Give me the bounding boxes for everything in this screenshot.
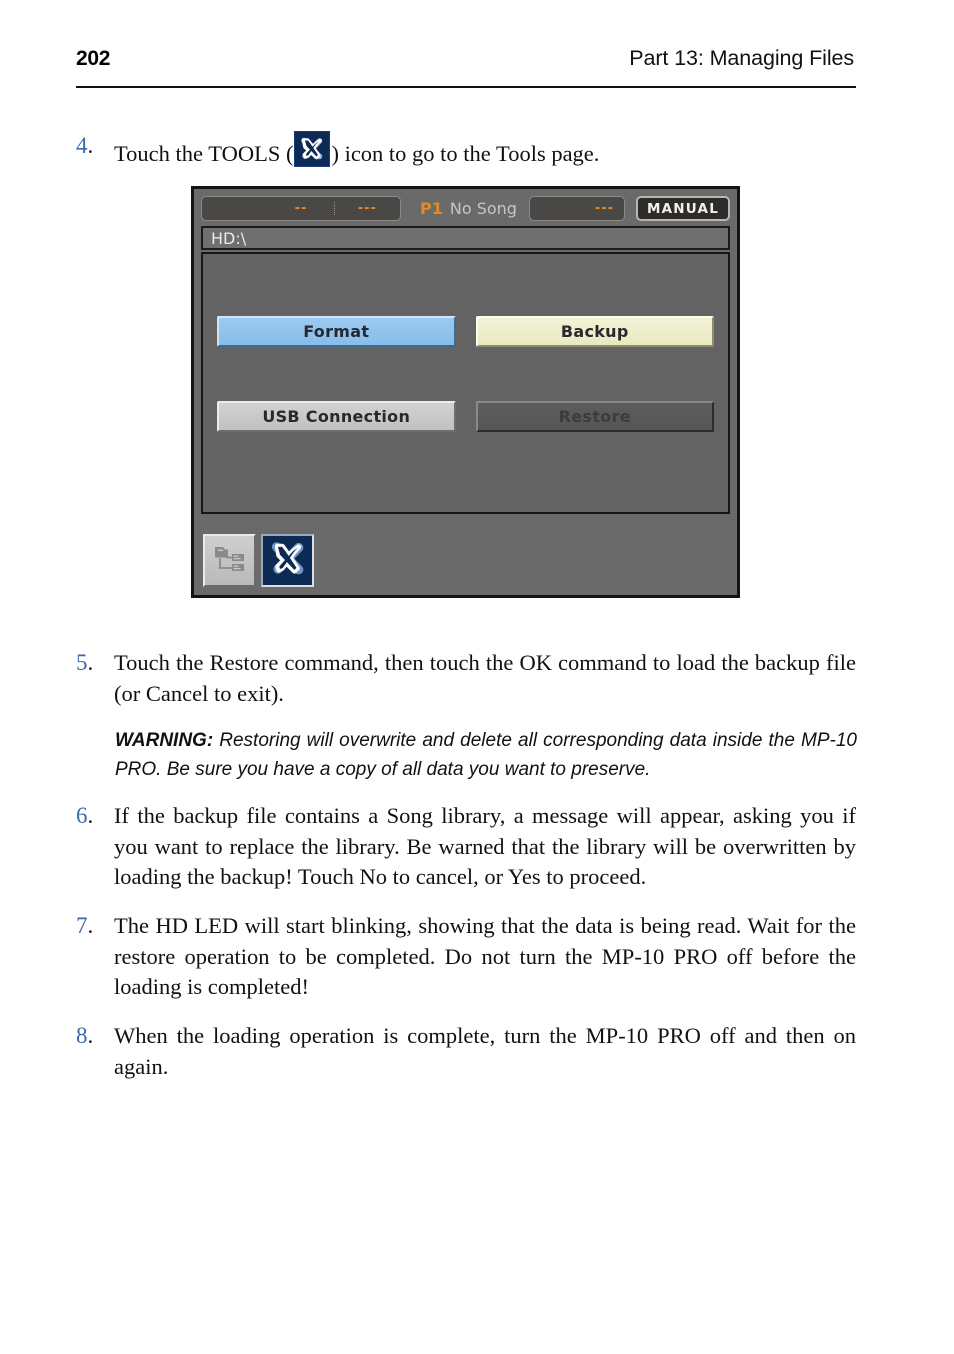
status-right-field: --- — [529, 196, 626, 221]
step-item-8: 8. When the loading operation is complet… — [76, 1021, 856, 1082]
format-button[interactable]: Format — [217, 316, 456, 347]
step-number-7: 7. — [76, 913, 94, 938]
page-header: 202 Part 13: Managing Files — [76, 46, 854, 71]
header-divider — [76, 86, 856, 88]
song-name: No Song — [449, 199, 517, 218]
folder-tree-icon — [212, 541, 248, 581]
path-value: HD:\ — [211, 228, 247, 248]
page-number: 202 — [76, 47, 111, 70]
step-item-5: 5. Touch the Restore command, then touch… — [76, 648, 856, 709]
step-text-4: Touch the TOOLS ( ) icon to go to the To… — [114, 131, 856, 170]
tools-icon — [268, 539, 308, 583]
tools-tab[interactable] — [261, 534, 314, 587]
warning-label: WARNING: — [115, 730, 214, 751]
step-number-8: 8. — [76, 1023, 94, 1048]
backup-button[interactable]: Backup — [475, 316, 714, 347]
step-4-text-after: ) icon to go to the Tools page. — [331, 141, 600, 166]
step-item-4: 4. Touch the TOOLS ( ) icon to go to the… — [76, 131, 856, 170]
step-number-6: 6. — [76, 803, 94, 828]
tools-icon — [294, 131, 331, 167]
status-right-value: --- — [594, 201, 615, 216]
device-tab-bar — [203, 534, 314, 587]
step-item-6: 6. If the backup file contains a Song li… — [76, 801, 856, 893]
status-left-field: -- --- — [201, 196, 401, 221]
device-main-panel: Format Backup USB Connection Restore — [201, 252, 730, 514]
step-item-7: 7. The HD LED will start blinking, showi… — [76, 911, 856, 1003]
device-status-bar: -- --- P1 No Song --- MANUAL — [201, 195, 730, 222]
warning-note: WARNING: Restoring will overwrite and de… — [115, 726, 857, 784]
document-page: 202 Part 13: Managing Files 4. Touch the… — [0, 0, 954, 1354]
song-number: P1 — [420, 199, 443, 218]
step-number-5: 5. — [76, 650, 94, 675]
warning-text: Restoring will overwrite and delete all … — [115, 730, 857, 780]
device-screenshot: -- --- P1 No Song --- MANUAL HD:\ Format… — [191, 186, 740, 598]
status-song-display: P1 No Song — [406, 199, 524, 218]
step-text-6: If the backup file contains a Song libra… — [114, 803, 856, 889]
device-path-bar: HD:\ — [201, 226, 730, 250]
step-text-5: Touch the Restore command, then touch th… — [114, 650, 856, 706]
file-browser-tab[interactable] — [203, 534, 256, 587]
usb-connection-button[interactable]: USB Connection — [217, 401, 456, 432]
step-text-8: When the loading operation is complete, … — [114, 1023, 856, 1079]
status-cell-3: --- — [357, 201, 377, 216]
step-text-7: The HD LED will start blinking, showing … — [114, 913, 856, 999]
status-badge-manual: MANUAL — [636, 196, 730, 221]
step-4-text-before: Touch the TOOLS ( — [114, 141, 294, 166]
restore-button[interactable]: Restore — [475, 401, 714, 432]
status-cell-2: -- — [268, 202, 335, 215]
step-number-4: 4. — [76, 133, 94, 158]
part-title: Part 13: Managing Files — [629, 46, 854, 70]
device-button-grid: Format Backup USB Connection Restore — [217, 316, 714, 432]
